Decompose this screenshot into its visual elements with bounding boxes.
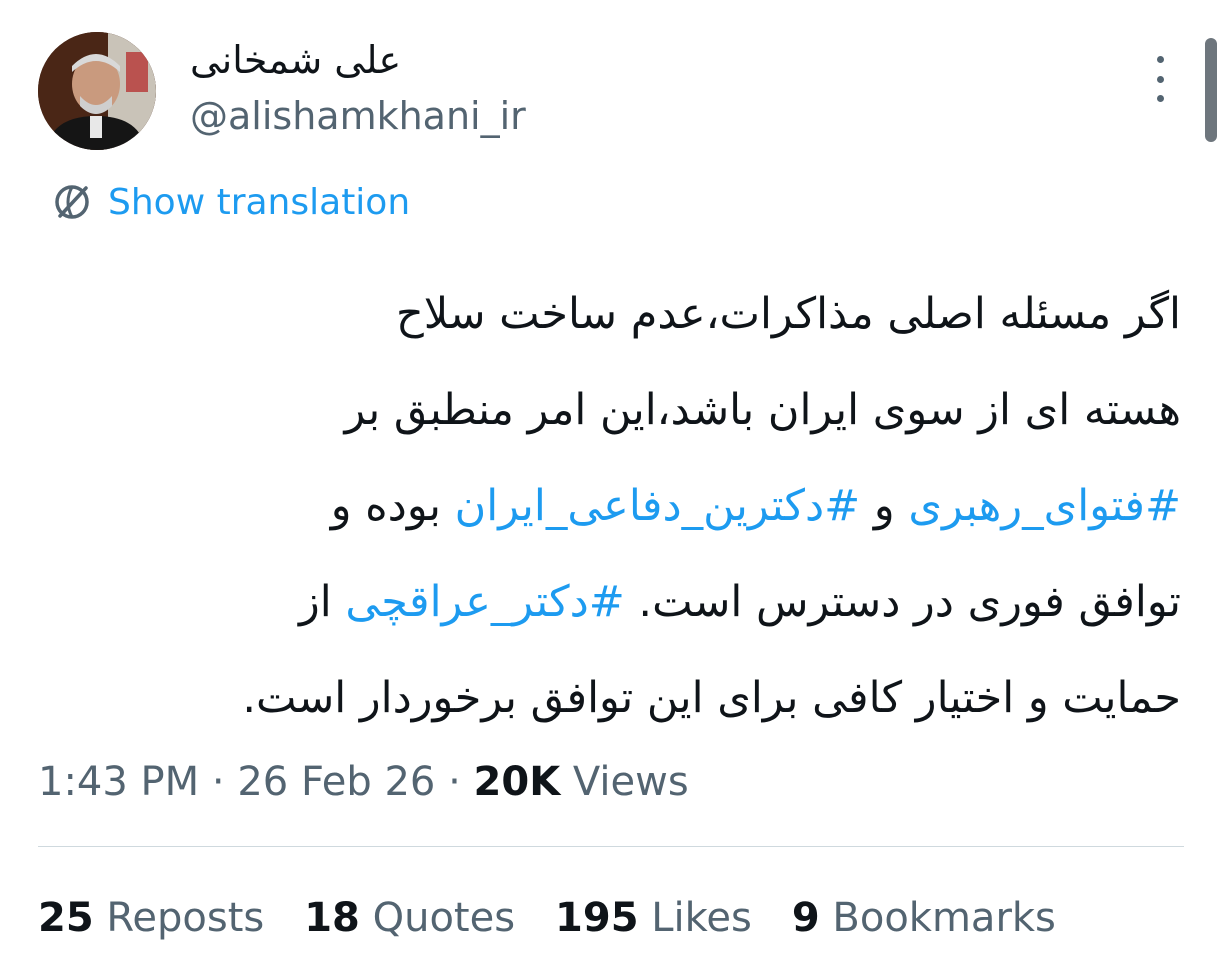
more-options-button[interactable] — [1140, 56, 1180, 102]
tweet-text-segment: هسته ای از سوی ایران باشد،این امر منطبق … — [344, 385, 1181, 435]
quotes-label: Quotes — [359, 895, 516, 941]
more-dot-icon — [1156, 95, 1164, 102]
tweet-line: هسته ای از سوی ایران باشد،این امر منطبق … — [61, 362, 1181, 458]
likes-stat[interactable]: 195 Likes — [555, 890, 752, 946]
tweet-text-segment: از — [299, 577, 346, 627]
divider — [38, 846, 1184, 847]
bookmarks-count: 9 — [791, 895, 820, 941]
tweet-meta: 1:43 PM · 26 Feb 26 · 20K Views — [38, 754, 689, 810]
show-translation-label: Show translation — [108, 181, 411, 223]
tweet-line: توافق فوری در دسترس است. #دکتر_عراقچی از — [61, 554, 1181, 650]
author-handle[interactable]: @alishamkhani_ir — [190, 92, 526, 140]
tweet-date[interactable]: 26 Feb 26 — [237, 759, 435, 805]
meta-separator: · — [199, 759, 238, 805]
more-dot-icon — [1156, 56, 1164, 63]
meta-separator: · — [435, 759, 474, 805]
author-display-name[interactable]: علی شمخانی — [190, 36, 401, 84]
scrollbar[interactable] — [1205, 38, 1217, 142]
tweet-line: حمایت و اختیار کافی برای این توافق برخور… — [61, 650, 1181, 746]
quotes-stat[interactable]: 18 Quotes — [304, 890, 515, 946]
avatar-photo — [38, 32, 156, 150]
hashtag-link[interactable]: #دکترین_دفاعی_ایران — [455, 481, 861, 531]
reposts-stat[interactable]: 25 Reposts — [38, 890, 264, 946]
tweet-line: اگر مسئله اصلی مذاکرات،عدم ساخت سلاح — [61, 266, 1181, 362]
tweet-text-segment: توافق فوری در دسترس است. — [624, 577, 1181, 627]
tweet-text-segment: بوده و — [330, 481, 455, 531]
engagement-stats: 25 Reposts 18 Quotes 195 Likes 9 Bookmar… — [38, 890, 1096, 946]
views-count: 20K — [473, 759, 561, 805]
bookmarks-label: Bookmarks — [819, 895, 1056, 941]
hashtag-link[interactable]: #دکتر_عراقچی — [345, 577, 624, 627]
tweet-text: اگر مسئله اصلی مذاکرات،عدم ساخت سلاح هسته… — [61, 266, 1181, 746]
avatar[interactable] — [38, 32, 156, 150]
quotes-count: 18 — [304, 895, 360, 941]
tweet-text-segment: اگر مسئله اصلی مذاکرات،عدم ساخت سلاح — [396, 289, 1181, 339]
tweet-text-segment: و — [860, 481, 909, 531]
views-label: Views — [560, 759, 689, 805]
reposts-count: 25 — [38, 895, 94, 941]
tweet-line: #فتوای_رهبری و #دکترین_دفاعی_ایران بوده … — [61, 458, 1181, 554]
show-translation-button[interactable]: Show translation — [50, 178, 410, 226]
globe-icon — [55, 185, 89, 219]
reposts-label: Reposts — [93, 895, 265, 941]
tweet-time[interactable]: 1:43 PM — [38, 759, 199, 805]
hashtag-link[interactable]: #فتوای_رهبری — [908, 481, 1181, 531]
tweet-text-segment: حمایت و اختیار کافی برای این توافق برخور… — [242, 673, 1181, 723]
more-dot-icon — [1156, 75, 1164, 83]
likes-count: 195 — [555, 895, 639, 941]
likes-label: Likes — [638, 895, 752, 941]
bookmarks-stat[interactable]: 9 Bookmarks — [792, 890, 1056, 946]
